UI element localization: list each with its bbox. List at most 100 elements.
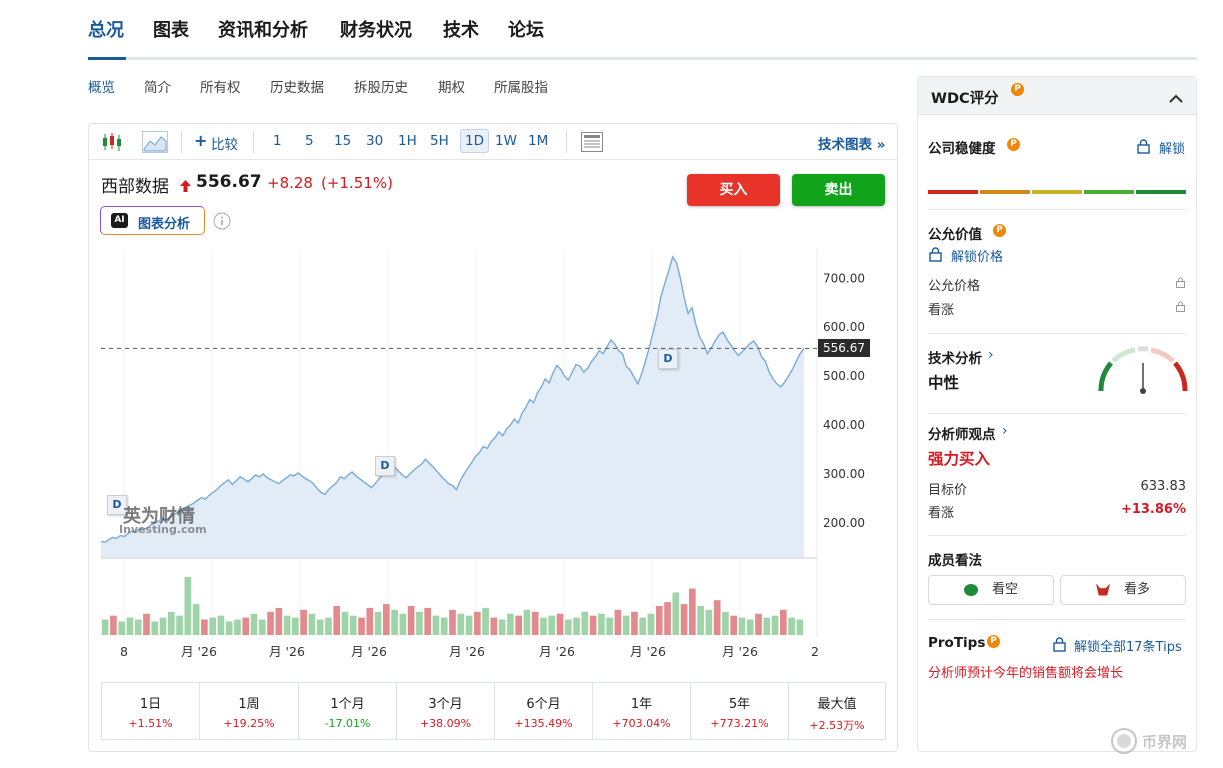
fair-upside-row: 看涨 bbox=[928, 299, 1186, 318]
subnav-overview[interactable]: 概览 bbox=[88, 76, 115, 96]
bearish-button[interactable]: 看空 bbox=[928, 575, 1054, 605]
tab-technical[interactable]: 技术 bbox=[443, 16, 479, 42]
volume-bar bbox=[143, 613, 150, 635]
interval-1[interactable]: 1 bbox=[273, 133, 282, 149]
tab-news-analysis[interactable]: 资讯和分析 bbox=[218, 16, 308, 42]
buy-button[interactable]: 买入 bbox=[687, 174, 780, 206]
x-tick-label: 月 '26 bbox=[722, 644, 758, 659]
dividend-marker[interactable]: D bbox=[658, 349, 678, 369]
chevron-right-icon[interactable]: › bbox=[988, 347, 994, 363]
volume-bar bbox=[440, 617, 448, 635]
chart-card: + 比较 1 5 15 30 1H 5H 1D 1W 1M 技术图表 » 西部数… bbox=[88, 123, 898, 752]
interval-30[interactable]: 30 bbox=[366, 133, 383, 149]
up-arrow-icon bbox=[180, 177, 191, 196]
interval-1w[interactable]: 1W bbox=[495, 133, 517, 149]
perf-cell[interactable]: 3个月 +38.09% bbox=[397, 683, 495, 739]
volume-bar bbox=[184, 577, 192, 635]
perf-cell[interactable]: 1年 +703.04% bbox=[593, 683, 691, 739]
lock-icon[interactable] bbox=[928, 247, 943, 266]
volume-bar bbox=[589, 615, 597, 635]
volume-bar bbox=[110, 615, 117, 635]
technical-chart-link[interactable]: 技术图表 » bbox=[818, 133, 885, 153]
volume-bars bbox=[101, 577, 804, 635]
chevron-up-icon[interactable] bbox=[1169, 89, 1183, 108]
health-bar-segment bbox=[1084, 190, 1134, 194]
price-chart[interactable]: 700.00 600.00 500.00 400.00 300.00 200.00 8 月 … bbox=[89, 249, 897, 674]
y-tick-label: 700.00 bbox=[823, 271, 865, 285]
ai-icon: AI bbox=[111, 213, 128, 228]
upside-row: 看涨 +13.86% bbox=[928, 502, 1186, 521]
volume-bar bbox=[465, 615, 473, 635]
ai-chart-analysis-button[interactable]: AI 图表分析 bbox=[100, 206, 205, 235]
subnav-ownership[interactable]: 所有权 bbox=[200, 76, 241, 96]
interval-5[interactable]: 5 bbox=[305, 133, 314, 149]
interval-15[interactable]: 15 bbox=[334, 133, 351, 149]
top-navigation: 总况 图表 资讯和分析 财务状况 技术 论坛 bbox=[88, 0, 1197, 60]
interval-1h[interactable]: 1H bbox=[398, 133, 417, 149]
unlock-price-link[interactable]: 解锁价格 bbox=[951, 246, 1003, 265]
tab-overview[interactable]: 总况 bbox=[88, 16, 124, 42]
lock-icon[interactable] bbox=[1136, 139, 1151, 158]
subnav-profile[interactable]: 简介 bbox=[144, 76, 171, 96]
volume-bar bbox=[531, 611, 539, 635]
chevron-right-icon[interactable]: › bbox=[1002, 423, 1008, 439]
sell-button[interactable]: 卖出 bbox=[792, 174, 885, 206]
health-unlock-link[interactable]: 解锁 bbox=[1159, 138, 1185, 157]
analyst-rating: 强力买入 bbox=[928, 450, 991, 468]
tab-financials[interactable]: 财务状况 bbox=[340, 16, 412, 42]
volume-bar bbox=[424, 607, 432, 635]
volume-bar bbox=[258, 619, 266, 635]
perf-cell[interactable]: 5年 +773.21% bbox=[691, 683, 789, 739]
subnav-historical-data[interactable]: 历史数据 bbox=[270, 76, 324, 96]
volume-bar bbox=[333, 606, 341, 635]
subnav-options[interactable]: 期权 bbox=[438, 76, 465, 96]
last-price: 556.67 bbox=[196, 172, 262, 192]
volume-bar bbox=[689, 588, 696, 635]
dividend-marker[interactable]: D bbox=[375, 456, 395, 476]
volume-bar bbox=[225, 621, 233, 635]
unlock-all-tips-link[interactable]: 解锁全部17条Tips bbox=[1074, 636, 1182, 655]
pro-badge-icon: P bbox=[993, 224, 1006, 237]
x-tick-label: 月 '26 bbox=[539, 644, 575, 659]
site-logo: 币界网 bbox=[1110, 727, 1214, 755]
info-icon[interactable] bbox=[213, 212, 231, 234]
analyst-label[interactable]: 分析师观点 bbox=[928, 423, 996, 443]
area-chart-icon[interactable] bbox=[142, 131, 168, 157]
candlestick-icon[interactable] bbox=[101, 132, 123, 156]
tab-forum[interactable]: 论坛 bbox=[508, 16, 544, 42]
y-tick-label: 500.00 bbox=[823, 369, 865, 383]
news-toggle-icon[interactable] bbox=[581, 132, 603, 156]
subnav-split-history[interactable]: 拆股历史 bbox=[354, 76, 408, 96]
perf-cell[interactable]: 6个月 +135.49% bbox=[495, 683, 593, 739]
panel-header[interactable]: WDC评分 P bbox=[918, 77, 1196, 115]
volume-bar bbox=[490, 617, 498, 635]
volume-bar bbox=[564, 619, 572, 635]
perf-cell[interactable]: 1周 +19.25% bbox=[200, 683, 299, 739]
volume-bar bbox=[614, 609, 622, 635]
perf-cell[interactable]: 1个月 -17.01% bbox=[299, 683, 397, 739]
volume-bar bbox=[209, 617, 216, 635]
compare-button[interactable]: 比较 bbox=[211, 133, 238, 153]
plus-icon[interactable]: + bbox=[194, 131, 207, 150]
technical-label[interactable]: 技术分析 bbox=[928, 347, 982, 367]
volume-bar bbox=[581, 611, 589, 635]
pro-badge-icon: P bbox=[1007, 138, 1020, 151]
volume-bar bbox=[399, 613, 407, 635]
protips-section: ProTips P 解锁全部17条Tips 分析师预计今年的销售额将会增长 bbox=[928, 635, 1186, 695]
interval-1d[interactable]: 1D bbox=[460, 129, 489, 153]
interval-5h[interactable]: 5H bbox=[430, 133, 449, 149]
interval-1m[interactable]: 1M bbox=[528, 133, 548, 149]
perf-cell[interactable]: 1日 +1.51% bbox=[102, 683, 200, 739]
volume-bar bbox=[300, 609, 307, 635]
price-change-percent: (+1.51%) bbox=[321, 174, 393, 192]
price-area bbox=[101, 256, 804, 557]
volume-bar bbox=[374, 611, 382, 635]
volume-bar bbox=[730, 615, 738, 635]
lock-icon[interactable] bbox=[1052, 637, 1067, 656]
subnav-indices[interactable]: 所属股指 bbox=[494, 76, 548, 96]
technical-value: 中性 bbox=[928, 374, 960, 392]
tab-charts[interactable]: 图表 bbox=[153, 16, 189, 42]
x-axis-ticks: 8 月 '26 月 '26 月 '26 月 '26 月 '26 月 '26 月 '26 2 bbox=[120, 644, 819, 659]
bullish-button[interactable]: 看多 bbox=[1060, 575, 1186, 605]
perf-cell[interactable]: 最大值 +2.53万% bbox=[789, 683, 885, 739]
